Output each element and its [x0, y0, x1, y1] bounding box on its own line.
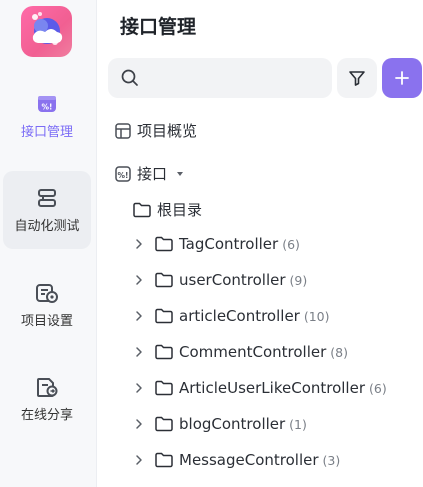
tree-item-label: 接口	[137, 165, 168, 183]
chevron-right-icon[interactable]	[130, 418, 148, 430]
left-rail: %! 接口管理 自动化测试 项目设置 在线分享	[0, 0, 97, 487]
folder-name: TagController	[179, 235, 279, 253]
folder-icon	[154, 451, 174, 469]
folder-row[interactable]: TagController (6)	[130, 235, 300, 253]
folder-name: MessageController	[179, 451, 319, 469]
folder-icon	[154, 235, 174, 253]
filter-button[interactable]	[337, 58, 377, 98]
sidebar-item-label: 在线分享	[20, 407, 73, 423]
sidebar-item-api-management[interactable]: %! 接口管理	[3, 77, 91, 155]
folder-row[interactable]: ArticleUserLikeController (6)	[130, 379, 387, 397]
logo-icon	[32, 12, 63, 45]
app-logo[interactable]	[21, 6, 72, 57]
plus-icon	[395, 71, 409, 85]
chevron-right-icon[interactable]	[130, 382, 148, 394]
folder-icon	[154, 307, 174, 325]
filter-icon	[349, 71, 365, 86]
folder-icon	[132, 201, 152, 219]
chevron-right-icon[interactable]	[130, 346, 148, 358]
sidebar-item-online-share[interactable]: 在线分享	[3, 360, 91, 438]
folder-name: articleController	[179, 307, 300, 325]
online-share-icon	[37, 377, 58, 397]
folder-count: (10)	[303, 308, 330, 324]
tree-item-root[interactable]: 根目录	[132, 199, 202, 220]
folder-row[interactable]: blogController (1)	[130, 415, 307, 433]
sidebar-item-automation-test[interactable]: 自动化测试	[3, 171, 91, 249]
folder-row[interactable]: MessageController (3)	[130, 451, 340, 469]
folder-name: ArticleUserLikeController	[179, 379, 365, 397]
svg-text:%!: %!	[42, 102, 53, 111]
tree-item-project-overview[interactable]: 项目概览	[114, 120, 197, 141]
api-icon: %!	[38, 95, 56, 112]
tree-item-label: 根目录	[157, 201, 203, 219]
folder-row[interactable]: articleController (10)	[130, 307, 330, 325]
chevron-right-icon[interactable]	[130, 310, 148, 322]
folder-icon	[154, 271, 174, 289]
folder-count: (9)	[289, 272, 308, 288]
svg-text:%!: %!	[118, 171, 129, 180]
folder-count: (8)	[330, 344, 348, 360]
folder-icon	[154, 379, 174, 397]
chevron-right-icon[interactable]	[130, 274, 148, 286]
caret-down-icon[interactable]	[175, 169, 185, 179]
search-icon	[121, 69, 138, 86]
chevron-right-icon[interactable]	[130, 238, 148, 250]
folder-name: userController	[179, 271, 286, 289]
folder-name: CommentController	[179, 343, 327, 361]
folder-count: (1)	[289, 416, 307, 432]
folder-row[interactable]: userController (9)	[130, 271, 307, 289]
project-settings-icon	[36, 283, 58, 303]
main-panel: 接口管理 项目概览 %! 接口 根目录 TagController (6) us…	[96, 0, 423, 487]
sidebar-item-label: 自动化测试	[14, 218, 80, 234]
tree-item-api[interactable]: %! 接口	[114, 163, 185, 184]
folder-count: (6)	[282, 236, 300, 252]
add-button[interactable]	[382, 58, 422, 98]
sidebar-item-label: 接口管理	[20, 124, 73, 140]
layout-icon	[114, 122, 132, 140]
api-folder-icon: %!	[114, 165, 132, 183]
folder-icon	[154, 343, 174, 361]
tree-item-label: 项目概览	[137, 122, 198, 140]
automation-test-icon	[38, 188, 56, 207]
search-box[interactable]	[108, 58, 332, 98]
page-title: 接口管理	[120, 16, 197, 38]
sidebar-item-project-settings[interactable]: 项目设置	[3, 266, 91, 344]
sidebar-item-label: 项目设置	[20, 313, 73, 329]
folder-name: blogController	[179, 415, 286, 433]
folder-count: (3)	[322, 452, 341, 468]
folder-count: (6)	[369, 380, 387, 396]
chevron-right-icon[interactable]	[130, 454, 148, 466]
folder-row[interactable]: CommentController (8)	[130, 343, 348, 361]
folder-icon	[154, 415, 174, 433]
search-input[interactable]	[146, 69, 330, 87]
